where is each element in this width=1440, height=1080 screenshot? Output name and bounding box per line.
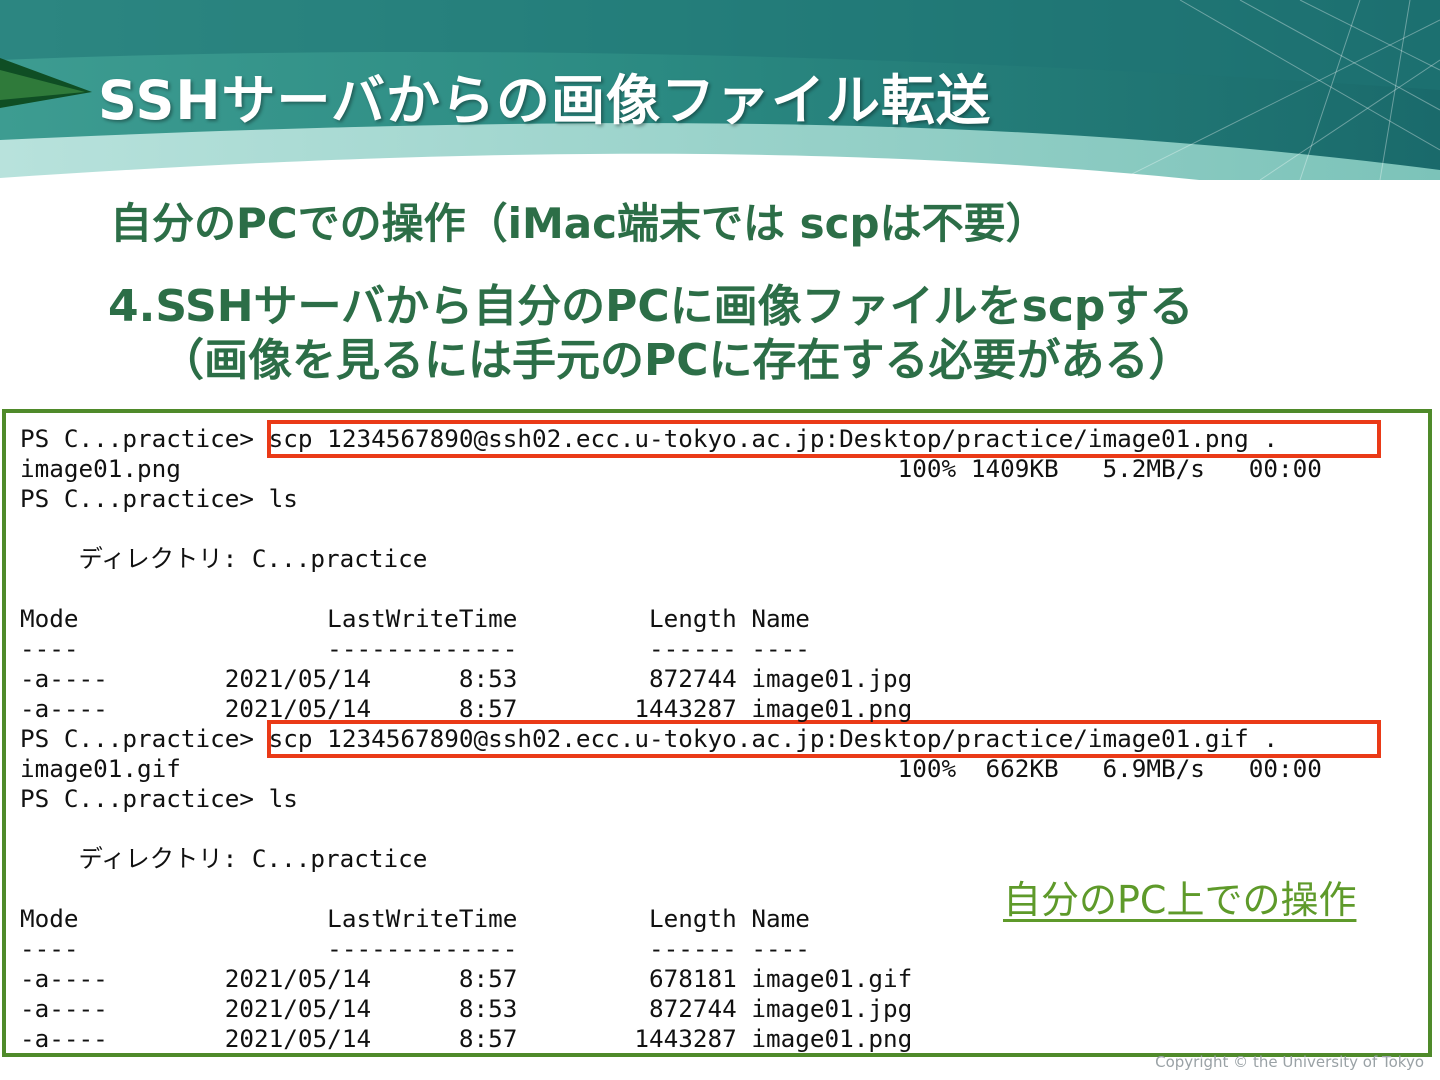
heading-step-4-note: （画像を見るには手元のPCに存在する必要がある） <box>160 335 1193 386</box>
terminal-window: PS C...practice> scp 1234567890@ssh02.ec… <box>2 409 1432 1057</box>
copyright-notice: Copyright © the University of Tokyo <box>1155 1053 1424 1071</box>
terminal-line: PS C...practice> ls <box>20 784 298 813</box>
terminal-line: -a---- 2021/05/14 8:57 1443287 image01.p… <box>20 1024 913 1053</box>
terminal-line: -a---- 2021/05/14 8:57 678181 image01.gi… <box>20 964 913 993</box>
terminal-line: PS C...practice> scp 1234567890@ssh02.ec… <box>20 724 1279 753</box>
terminal-line: -a---- 2021/05/14 8:53 872744 image01.jp… <box>20 994 913 1023</box>
annotation-own-pc: 自分のPC上での操作 <box>1003 878 1357 922</box>
terminal-line: Mode LastWriteTime Length Name <box>20 604 810 633</box>
terminal-line: ---- ------------- ------ ---- <box>20 934 810 963</box>
terminal-line: ---- ------------- ------ ---- <box>20 634 810 663</box>
terminal-line: -a---- 2021/05/14 8:53 872744 image01.jp… <box>20 664 913 693</box>
terminal-line: ディレクトリ: C...practice <box>20 844 428 873</box>
terminal-line: ディレクトリ: C...practice <box>20 544 428 573</box>
terminal-line: image01.gif 100% 662KB 6.9MB/s 00:00 <box>20 754 1322 783</box>
terminal-line: PS C...practice> scp 1234567890@ssh02.ec… <box>20 424 1279 453</box>
heading-operation-context: 自分のPCでの操作（iMac端末では scpは不要） <box>110 199 1048 248</box>
slide-title: SSHサーバからの画像ファイル転送 <box>98 69 992 132</box>
terminal-line: PS C...practice> ls <box>20 484 298 513</box>
terminal-line: Mode LastWriteTime Length Name <box>20 904 810 933</box>
terminal-line: image01.png 100% 1409KB 5.2MB/s 00:00 <box>20 454 1322 483</box>
terminal-line: -a---- 2021/05/14 8:57 1443287 image01.p… <box>20 694 913 723</box>
